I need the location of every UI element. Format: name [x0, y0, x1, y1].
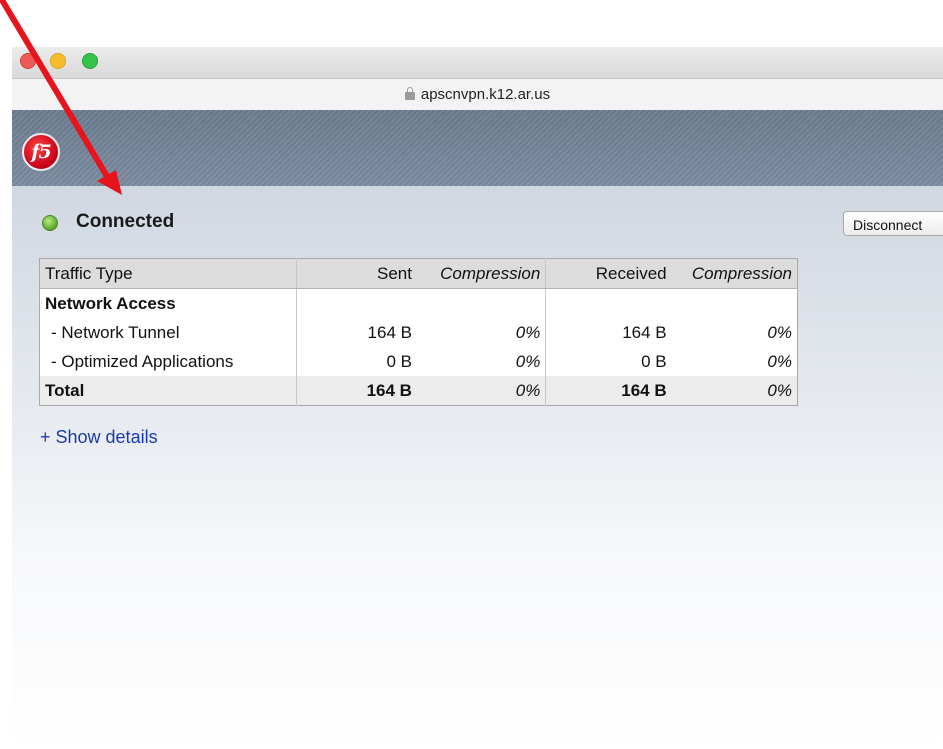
annotation-arrow-icon: [0, 0, 122, 195]
